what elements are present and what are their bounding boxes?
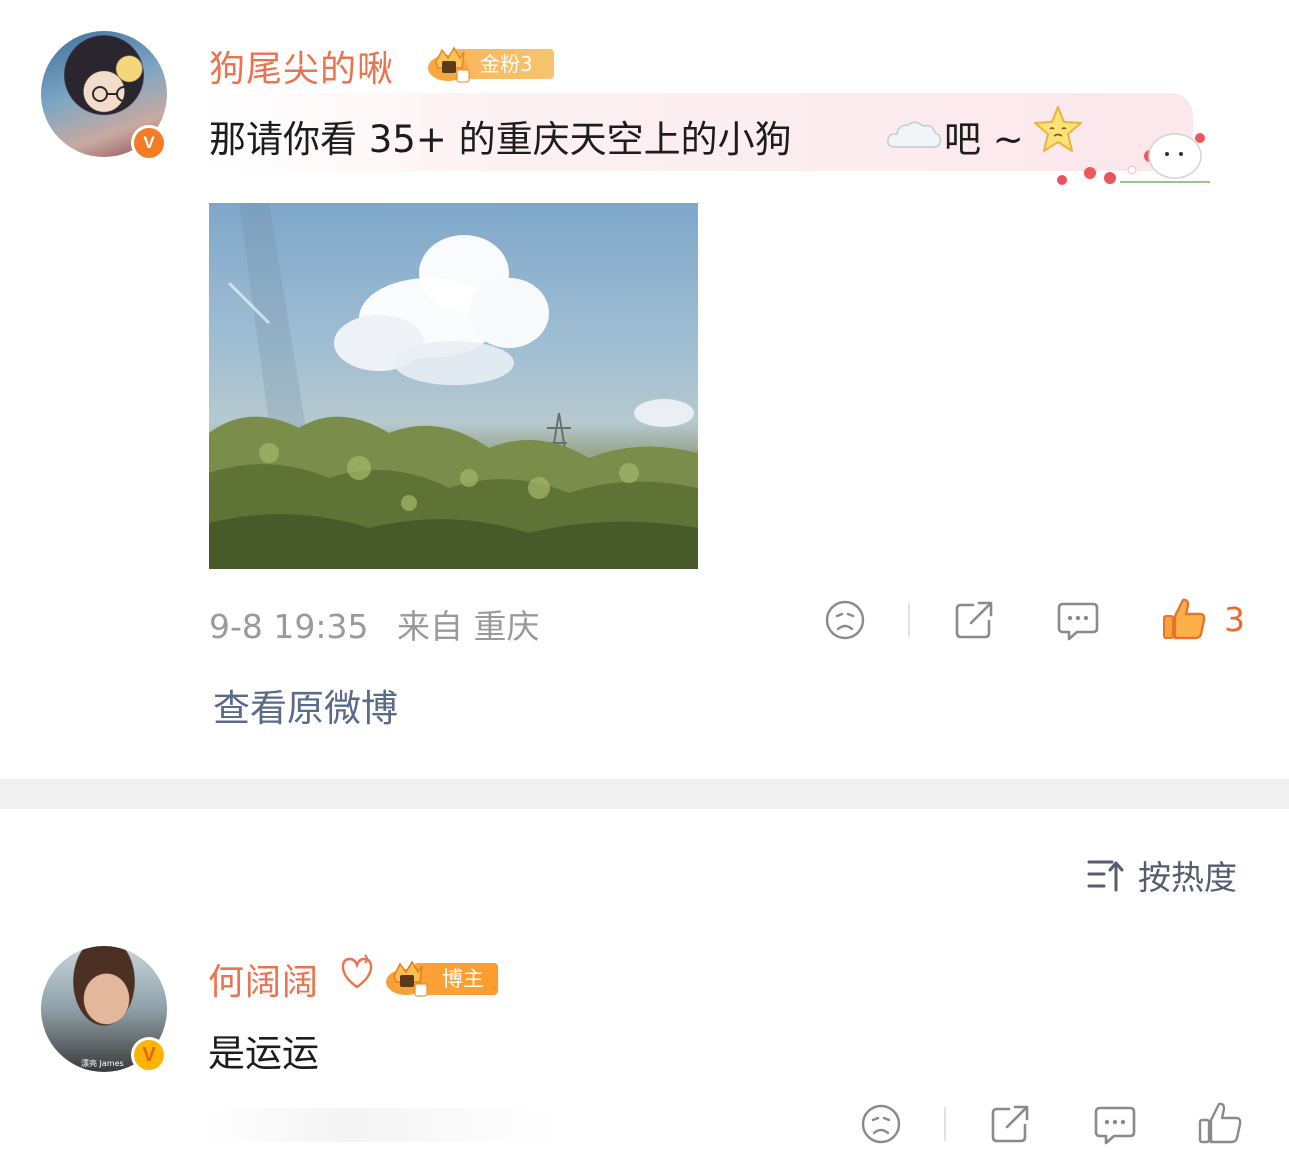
comment-meta-faded — [205, 1108, 560, 1142]
share-icon[interactable] — [989, 1103, 1031, 1145]
cloud-emoji-icon — [887, 121, 942, 148]
comment-location: 来自 重庆 — [397, 607, 540, 646]
strawberry-decoration-icon — [1057, 133, 1210, 185]
fan-badge[interactable]: 金粉3 — [426, 44, 554, 83]
view-original-link[interactable]: 查看原微博 — [213, 678, 398, 732]
like-icon[interactable] — [1161, 596, 1207, 642]
sort-label: 按热度 — [1138, 858, 1237, 897]
username[interactable]: 何阔阔 — [208, 953, 319, 1005]
verified-icon: V — [131, 125, 167, 161]
comment-meta: 9-8 19:35 来自 重庆 — [209, 600, 558, 648]
comment-text: 是运运 — [208, 1032, 319, 1075]
sky-dog-cloud-image — [209, 203, 698, 569]
comment-icon[interactable] — [1094, 1105, 1136, 1145]
comment-date: 9-8 19:35 — [209, 607, 369, 646]
dislike-icon[interactable] — [824, 599, 866, 641]
username[interactable]: 狗尾尖的啾 — [209, 40, 394, 92]
avatar-caption: 漂亮 James — [81, 1059, 124, 1068]
action-divider — [908, 603, 910, 637]
section-separator — [0, 779, 1289, 809]
sort-toggle[interactable]: 按热度 — [1086, 852, 1246, 898]
blogger-badge: 博主 — [384, 958, 498, 998]
crown-icon — [386, 960, 428, 997]
crown-icon — [428, 46, 470, 83]
like-icon[interactable] — [1197, 1100, 1243, 1146]
comment-icon[interactable] — [1057, 601, 1099, 641]
comment-text-tail: 吧 ~ — [944, 118, 1024, 161]
verified-icon: V — [131, 1037, 167, 1073]
dislike-icon[interactable] — [860, 1103, 902, 1145]
share-icon[interactable] — [953, 599, 995, 641]
comment-text: 那请你看 35+ 的重庆天空上的小狗 — [209, 118, 792, 161]
action-divider — [944, 1107, 946, 1141]
like-count: 3 — [1224, 600, 1245, 639]
heart-icon — [341, 954, 373, 989]
sort-icon — [1087, 860, 1124, 892]
comment-photo[interactable] — [209, 203, 698, 569]
glasses-decoration — [92, 86, 132, 102]
